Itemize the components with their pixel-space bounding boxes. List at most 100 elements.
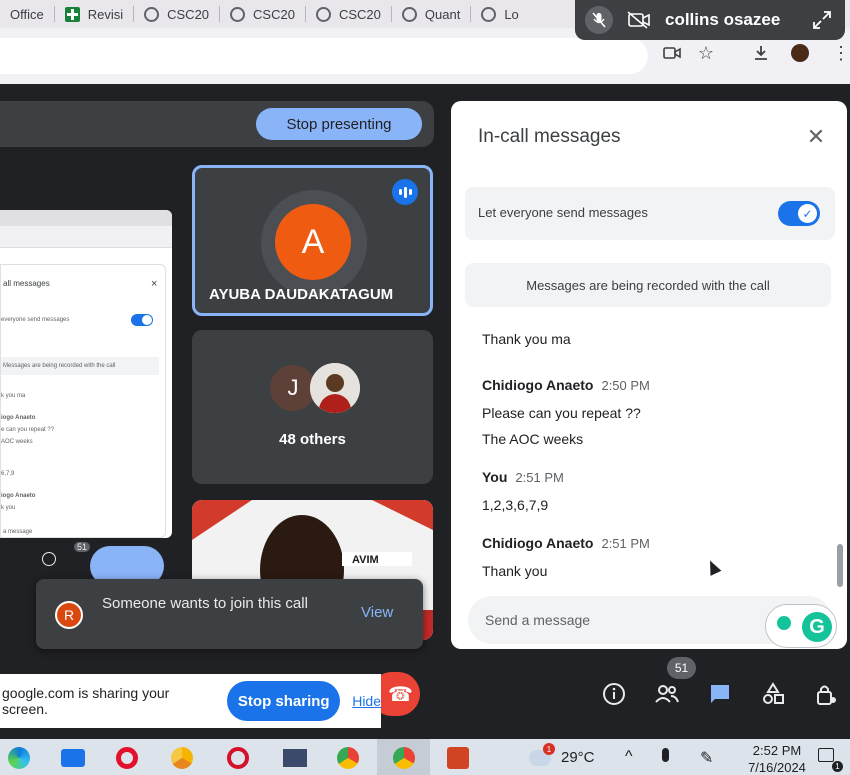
- others-tile[interactable]: J 48 others: [192, 330, 433, 484]
- camera-icon[interactable]: [661, 42, 683, 64]
- check-icon: ✓: [798, 204, 817, 223]
- info-icon: [603, 683, 625, 705]
- lock-person-icon: [817, 685, 836, 705]
- preview-tab-bar: [0, 210, 172, 226]
- preview-chat-panel: all messages × everyone send messages Me…: [0, 264, 166, 538]
- panel-title: In-call messages: [478, 126, 621, 147]
- download-icon[interactable]: [750, 42, 772, 64]
- meeting-details-button[interactable]: [597, 677, 631, 711]
- globe-icon: [230, 6, 246, 22]
- preview-line: k you: [1, 505, 16, 511]
- svg-text:AVIM: AVIM: [352, 554, 379, 566]
- host-controls-button[interactable]: [809, 677, 843, 711]
- notification-badge: 1: [832, 761, 843, 772]
- preview-info-icon: [42, 552, 56, 566]
- preview-address-bar: [0, 226, 172, 248]
- powerpoint-icon[interactable]: [444, 744, 472, 772]
- people-icon: [655, 685, 679, 703]
- mic-off-icon[interactable]: [585, 6, 613, 34]
- stop-sharing-button[interactable]: Stop sharing: [227, 681, 341, 721]
- edge-icon[interactable]: [5, 744, 33, 772]
- tab-revision[interactable]: Revisi: [55, 0, 133, 28]
- temperature: 29°C: [561, 749, 595, 766]
- message-item: You 2:51 PM 1,2,3,6,7,9: [482, 469, 564, 513]
- preview-recording: Messages are being recorded with the cal…: [3, 363, 116, 369]
- gmail-icon[interactable]: [281, 744, 309, 772]
- stop-presenting-button[interactable]: Stop presenting: [256, 108, 422, 140]
- more-menu-icon[interactable]: ⋮: [830, 42, 850, 64]
- tab-quant[interactable]: Quant: [392, 0, 470, 28]
- activities-button[interactable]: [756, 677, 790, 711]
- camera-off-icon[interactable]: [625, 6, 653, 34]
- chrome-canary-icon[interactable]: [168, 744, 196, 772]
- microphone-icon[interactable]: [662, 748, 669, 762]
- hide-link[interactable]: Hide: [352, 693, 381, 709]
- screen-share-pill: collins osazee: [575, 0, 845, 40]
- address-bar[interactable]: [0, 38, 648, 74]
- chrome-active-icon[interactable]: [390, 744, 418, 772]
- expand-icon[interactable]: [809, 7, 835, 33]
- message-time: 2:50 PM: [601, 378, 650, 393]
- tab-label: Quant: [424, 6, 461, 22]
- message-list: Thank you ma Chidiogo Anaeto 2:50 PM Plea…: [451, 313, 847, 583]
- tab-csc20-1[interactable]: CSC20: [134, 0, 219, 28]
- star-icon[interactable]: ☆: [695, 42, 717, 64]
- opera-icon[interactable]: [113, 744, 141, 772]
- speaking-indicator-icon: [392, 179, 418, 205]
- preview-line: iogo Anaeto: [1, 415, 36, 421]
- message-time: 2:51 PM: [515, 470, 564, 485]
- chat-icon: [711, 685, 729, 703]
- profile-avatar[interactable]: [789, 42, 811, 64]
- grammarly-widget[interactable]: G: [765, 604, 837, 648]
- participants-count-badge: 51: [667, 657, 696, 679]
- toast-message: Someone wants to join this call: [102, 595, 308, 612]
- tab-lo[interactable]: Lo: [471, 0, 528, 28]
- preview-line: k you ma: [1, 393, 26, 399]
- chrome-icon[interactable]: [334, 744, 362, 772]
- weather-badge: 1: [543, 743, 555, 755]
- message-text: The AOC weeks: [482, 431, 584, 447]
- tab-csc20-2[interactable]: CSC20: [220, 0, 305, 28]
- message-item: Thank you ma: [482, 331, 571, 347]
- message-sender: You: [482, 469, 508, 485]
- recording-notice: Messages are being recorded with the cal…: [465, 263, 831, 307]
- preview-close-icon: ×: [151, 278, 158, 290]
- globe-icon: [481, 6, 497, 22]
- tab-office[interactable]: Office: [0, 0, 54, 28]
- people-button[interactable]: [650, 677, 684, 711]
- mail-icon[interactable]: [59, 744, 87, 772]
- preview-line: iogo Anaeto: [1, 493, 36, 499]
- others-count-label: 48 others: [279, 431, 346, 448]
- message-input-placeholder: Send a message: [485, 612, 591, 628]
- active-speaker-tile[interactable]: A AYUBA DAUDAKATAGUM: [192, 165, 433, 316]
- message-scrollbar[interactable]: [837, 544, 843, 587]
- activities-icon: [763, 682, 784, 704]
- chat-button[interactable]: [703, 677, 737, 711]
- chevron-up-icon[interactable]: ^: [625, 748, 633, 766]
- message-sender: Chidiogo Anaeto: [482, 377, 594, 393]
- preview-line: a message: [3, 529, 33, 535]
- speaker-name: AYUBA DAUDAKATAGUM: [209, 286, 394, 303]
- preview-title: all messages: [3, 279, 50, 288]
- message-time: 2:51 PM: [601, 536, 650, 551]
- send-messages-toggle[interactable]: ✓: [778, 201, 820, 226]
- opera-gx-icon[interactable]: [224, 744, 252, 772]
- sharing-text: google.com is sharing your screen.: [2, 685, 170, 717]
- notification-icon[interactable]: [818, 748, 834, 762]
- clock[interactable]: 2:52 PM 7/16/2024: [742, 742, 812, 775]
- grammarly-icon: G: [802, 612, 832, 642]
- message-item: Chidiogo Anaeto 2:50 PM Please can you re…: [482, 377, 650, 447]
- in-call-messages-panel: In-call messages ✕ Let everyone send mes…: [451, 101, 847, 649]
- participant-photo: [310, 363, 360, 413]
- tab-csc20-3[interactable]: CSC20: [306, 0, 391, 28]
- tab-label: CSC20: [338, 6, 381, 22]
- preview-count: 51: [74, 542, 91, 552]
- pen-icon[interactable]: ✎: [700, 748, 713, 768]
- view-request-button[interactable]: View: [361, 604, 393, 621]
- time: 2:52 PM: [752, 743, 802, 758]
- date: 7/16/2024: [748, 760, 806, 775]
- preview-line: e can you repeat ??: [1, 427, 55, 433]
- message-sender: Chidiogo Anaeto: [482, 535, 594, 551]
- message-header: You 2:51 PM: [482, 469, 564, 487]
- close-icon[interactable]: ✕: [805, 124, 827, 149]
